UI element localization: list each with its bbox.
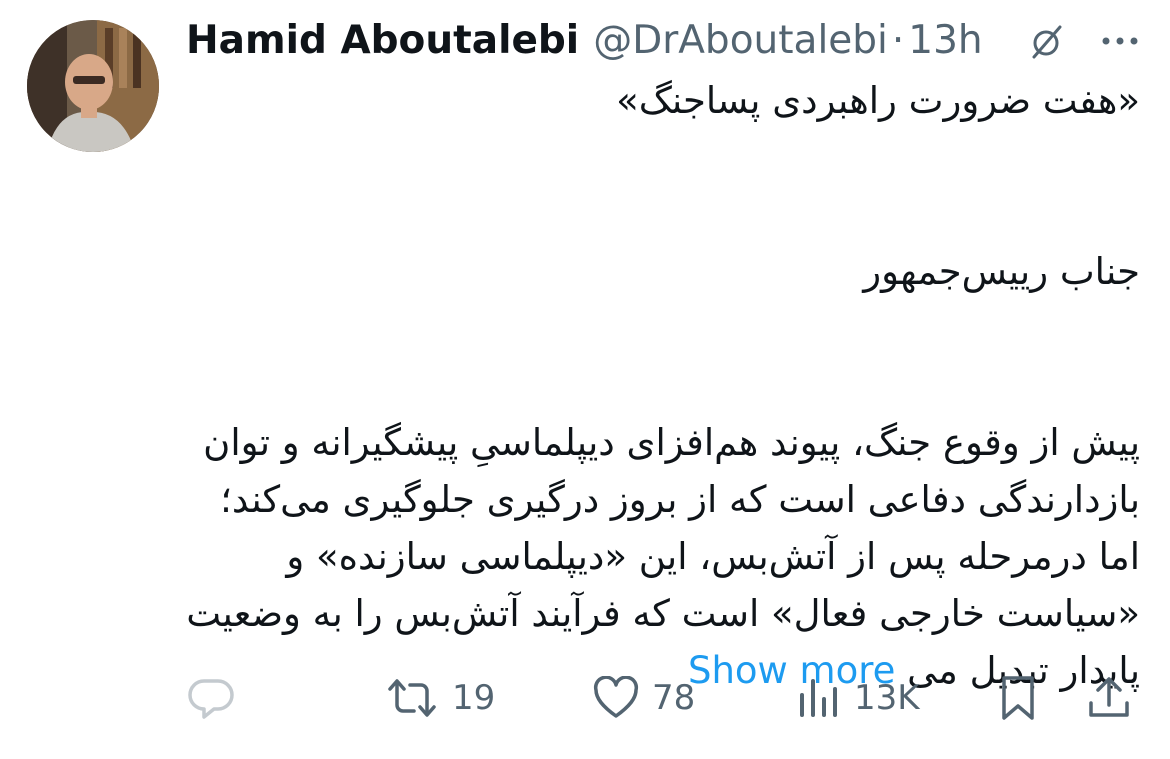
action-bar: 19 78 13K	[186, 668, 1140, 728]
author-display-name[interactable]: Hamid Aboutalebi	[186, 18, 579, 63]
tweet-line-salutation: جناب رییس‌جمهور	[863, 250, 1140, 293]
repost-icon	[388, 679, 436, 717]
reply-button[interactable]	[186, 668, 238, 728]
avatar-image	[27, 20, 159, 152]
tweet-header: Hamid Aboutalebi @DrAboutalebi · 13h	[186, 14, 983, 66]
repost-button[interactable]: 19	[384, 668, 495, 728]
separator-dot: ·	[891, 17, 905, 63]
views-count: 13K	[854, 678, 920, 718]
views-button[interactable]: 13K	[796, 668, 920, 728]
tweet-paragraph-text: پیش از وقوع جنگ، پیوند هم‌افزای دیپلماسی…	[186, 421, 1140, 692]
bookmark-icon	[1002, 676, 1034, 720]
views-icon	[800, 679, 837, 717]
avatar[interactable]	[27, 20, 159, 152]
repost-count: 19	[452, 678, 496, 718]
reply-icon	[188, 679, 234, 719]
author-handle[interactable]: @DrAboutalebi	[593, 18, 888, 63]
share-icon	[1089, 677, 1129, 717]
tweet-text: «هفت ضرورت راهبردی پساجنگ» جناب رییس‌جمه…	[180, 72, 1140, 699]
heart-icon	[593, 676, 639, 718]
like-count: 78	[652, 678, 696, 718]
more-dots-icon[interactable]	[1100, 35, 1140, 47]
slashed-circle-icon[interactable]	[1026, 21, 1066, 61]
tweet-line-title: «هفت ضرورت راهبردی پساجنگ»	[616, 79, 1140, 122]
share-button[interactable]	[1086, 668, 1132, 728]
header-icons	[1026, 18, 1140, 64]
like-button[interactable]: 78	[592, 668, 695, 728]
tweet-timestamp[interactable]: 13h	[908, 18, 982, 63]
bookmark-button[interactable]	[998, 668, 1038, 728]
tweet-paragraph: پیش از وقوع جنگ، پیوند هم‌افزای دیپلماسی…	[180, 414, 1140, 699]
